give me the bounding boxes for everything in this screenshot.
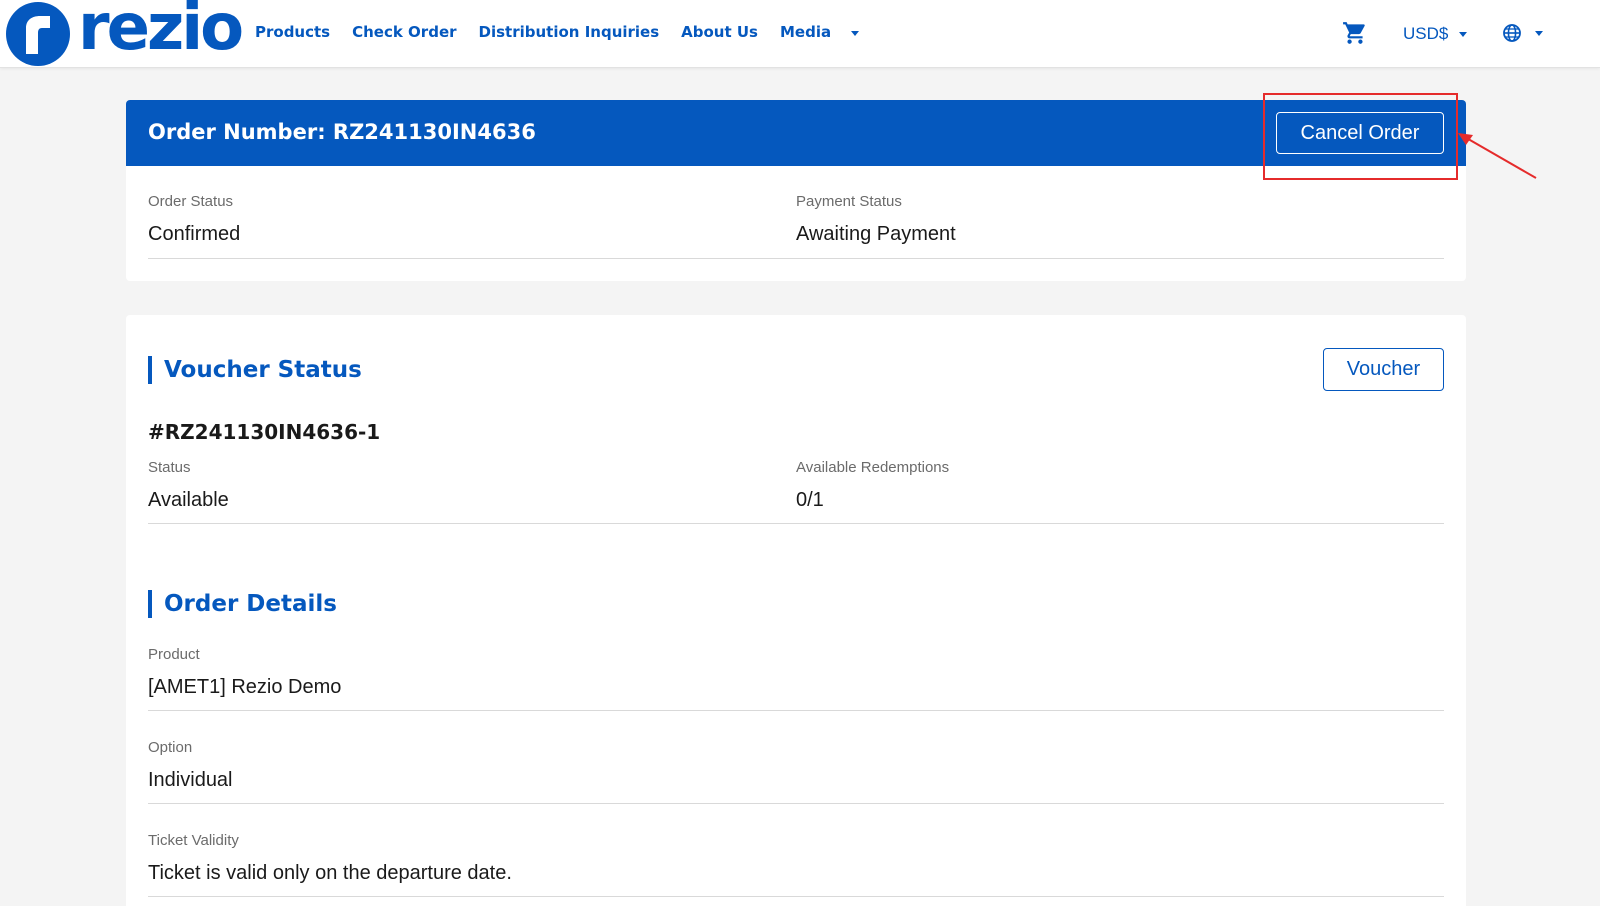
ticket-validity-label: Ticket Validity <box>148 832 239 849</box>
order-details-title: Order Details <box>164 591 337 617</box>
annotation-arrow-icon <box>1458 133 1537 179</box>
ticket-validity-value: Ticket is valid only on the departure da… <box>148 862 512 884</box>
rezio-logo[interactable]: rezio <box>6 0 244 66</box>
order-status-label: Order Status <box>148 193 234 210</box>
product-label: Product <box>148 646 200 663</box>
voucher-status-value: Available <box>148 489 229 511</box>
available-redemptions-value: 0/1 <box>796 489 824 511</box>
option-value: Individual <box>148 769 233 791</box>
nav-distribution-inquiries[interactable]: Distribution Inquiries <box>479 23 660 41</box>
voucher-status-label: Status <box>148 459 191 476</box>
order-number-title: Order Number: RZ241130IN4636 <box>148 120 536 144</box>
divider <box>148 523 1444 524</box>
divider <box>148 258 1444 259</box>
voucher-status-heading: Voucher Status <box>148 356 362 384</box>
cancel-order-button[interactable]: Cancel Order <box>1276 112 1444 154</box>
logo-wordmark: rezio <box>78 0 244 65</box>
available-redemptions-label: Available Redemptions <box>796 459 950 476</box>
option-label: Option <box>148 739 193 756</box>
caret-down-icon[interactable] <box>847 24 863 42</box>
cart-icon[interactable] <box>1342 20 1368 46</box>
language-selector[interactable] <box>1502 23 1546 43</box>
main-nav: Products Check Order Distribution Inquir… <box>255 23 863 41</box>
currency-label: USD$ <box>1403 24 1449 43</box>
caret-down-icon <box>1459 32 1468 37</box>
nav-media[interactable]: Media <box>780 23 831 41</box>
voucher-button[interactable]: Voucher <box>1323 348 1444 391</box>
order-details-heading: Order Details <box>148 590 337 618</box>
voucher-status-title: Voucher Status <box>164 357 362 383</box>
globe-icon <box>1503 24 1521 42</box>
order-info-card: Voucher Status Voucher #RZ241130IN4636-1… <box>126 315 1466 906</box>
order-status-value: Confirmed <box>148 223 241 245</box>
nav-about-us[interactable]: About Us <box>681 23 758 41</box>
order-header-bar: Order Number: RZ241130IN4636 Cancel Orde… <box>126 100 1466 166</box>
currency-selector[interactable]: USD$ <box>1403 24 1470 44</box>
section-accent-bar <box>148 590 152 618</box>
order-summary-card: Order Number: RZ241130IN4636 Cancel Orde… <box>126 100 1466 281</box>
payment-status-label: Payment Status <box>796 193 902 210</box>
divider <box>148 803 1444 804</box>
payment-status-value: Awaiting Payment <box>796 223 956 245</box>
product-value: [AMET1] Rezio Demo <box>148 676 342 698</box>
voucher-code: #RZ241130IN4636-1 <box>148 420 381 444</box>
divider <box>148 710 1444 711</box>
caret-down-icon <box>1535 31 1543 36</box>
section-accent-bar <box>148 356 152 384</box>
divider <box>148 896 1444 897</box>
top-navigation-bar: rezio Products Check Order Distribution … <box>0 0 1600 68</box>
nav-products[interactable]: Products <box>255 23 330 41</box>
rezio-logo-mark-icon <box>6 2 70 66</box>
nav-check-order[interactable]: Check Order <box>352 23 456 41</box>
